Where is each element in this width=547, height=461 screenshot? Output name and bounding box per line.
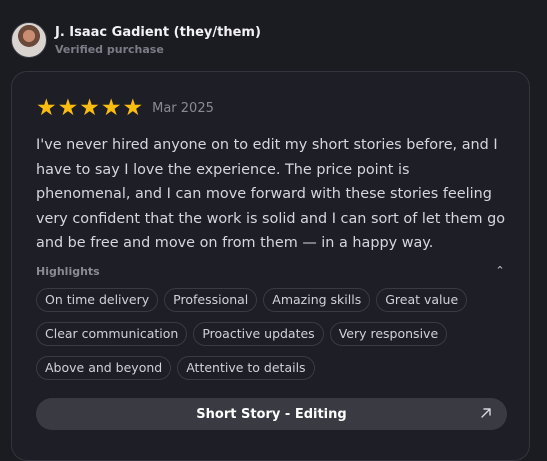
reviewer-info: J. Isaac Gadient (they/them) Verified pu… [55,24,261,57]
highlight-tag: Very responsive [329,322,448,346]
highlight-tags: On time delivery Professional Amazing sk… [36,288,506,390]
highlight-tag: Attentive to details [177,356,315,380]
review-date: Mar 2025 [152,100,214,116]
reviewer-header: J. Isaac Gadient (they/them) Verified pu… [11,22,261,58]
star-icon: ★ [122,95,144,121]
highlight-tag: Clear communication [36,322,188,346]
service-link-button[interactable]: Short Story - Editing [36,398,507,430]
highlight-tag: Amazing skills [263,288,371,312]
star-icon: ★ [36,95,57,121]
highlight-tag: On time delivery [36,288,159,312]
service-label: Short Story - Editing [196,406,347,422]
reviewer-name[interactable]: J. Isaac Gadient (they/them) [55,24,261,41]
tag-row: Above and beyond Attentive to details [36,356,506,380]
highlight-tag: Proactive updates [193,322,324,346]
verified-purchase-label: Verified purchase [55,42,164,56]
star-icon: ★ [100,95,122,121]
avatar[interactable] [11,22,47,58]
highlight-tag: Professional [164,288,258,312]
chevron-up-icon[interactable]: ⌃ [494,265,506,277]
arrow-up-right-icon [481,408,491,418]
star-icon: ★ [79,95,100,121]
tag-row: Clear communication Proactive updates Ve… [36,322,506,346]
tag-row: On time delivery Professional Amazing sk… [36,288,506,312]
rating-row: ★ ★ ★ ★ ★ Mar 2025 [36,96,214,120]
highlight-tag: Above and beyond [36,356,172,380]
star-icon: ★ [57,95,79,121]
review-text: I've never hired anyone on to edit my sh… [36,137,506,251]
highlight-tag: Great value [376,288,468,312]
review-card: ★ ★ ★ ★ ★ Mar 2025 I've never hired anyo… [11,71,530,461]
highlights-label: Highlights [36,265,100,278]
